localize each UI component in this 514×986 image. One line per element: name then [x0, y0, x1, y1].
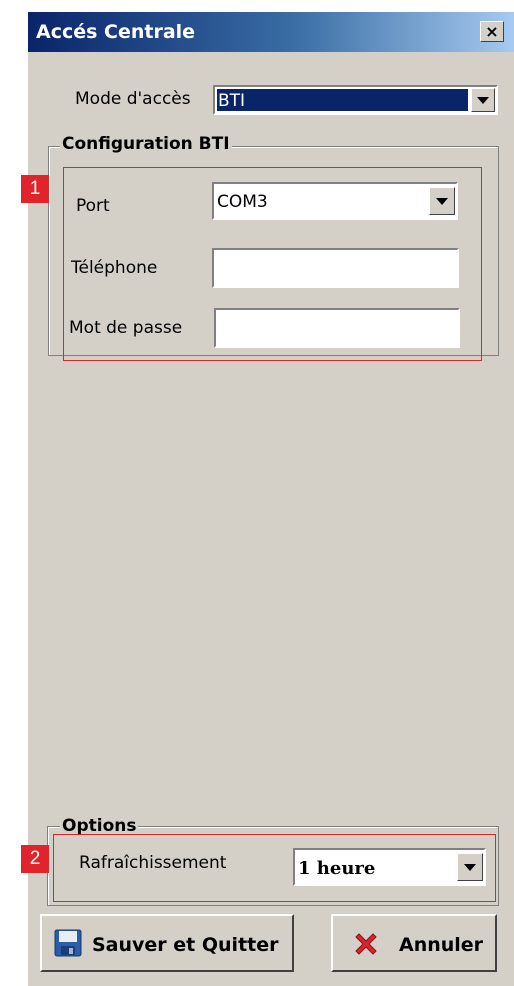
selection-highlight: [217, 89, 468, 111]
cancel-button[interactable]: Annuler: [331, 914, 497, 972]
red-x-icon: [355, 933, 377, 955]
config-group-title: Configuration BTI: [60, 134, 232, 154]
refresh-label: Rafraîchissement: [79, 853, 227, 873]
port-value: COM3: [217, 192, 268, 212]
chevron-down-icon: [477, 97, 489, 104]
floppy-disk-icon: [54, 929, 82, 957]
port-label: Port: [76, 196, 110, 216]
callout-marker-1: 1: [21, 175, 49, 203]
refresh-dropdown-button[interactable]: [457, 853, 483, 881]
cancel-button-label: Annuler: [399, 934, 484, 956]
access-mode-select[interactable]: BTI: [213, 85, 498, 115]
password-label: Mot de passe: [69, 318, 183, 338]
options-group-title: Options: [60, 816, 139, 836]
title-bar[interactable]: Accés Centrale ×: [28, 12, 514, 52]
save-button-label: Sauver et Quitter: [92, 934, 279, 956]
close-button[interactable]: ×: [480, 21, 504, 42]
access-mode-label: Mode d'accès: [75, 89, 191, 109]
window-title: Accés Centrale: [36, 21, 196, 43]
password-input[interactable]: [214, 308, 460, 348]
phone-input[interactable]: [212, 248, 459, 288]
port-dropdown-button[interactable]: [429, 187, 455, 215]
chevron-down-icon: [464, 864, 476, 871]
access-mode-dropdown-button[interactable]: [471, 88, 495, 112]
port-select[interactable]: COM3: [212, 182, 458, 220]
refresh-value: 1 heure: [298, 858, 376, 879]
phone-label: Téléphone: [71, 258, 158, 278]
callout-marker-2: 2: [21, 845, 49, 873]
save-and-quit-button[interactable]: Sauver et Quitter: [40, 914, 294, 972]
chevron-down-icon: [436, 198, 448, 205]
refresh-select[interactable]: 1 heure: [293, 848, 486, 886]
access-mode-value: BTI: [218, 91, 246, 111]
